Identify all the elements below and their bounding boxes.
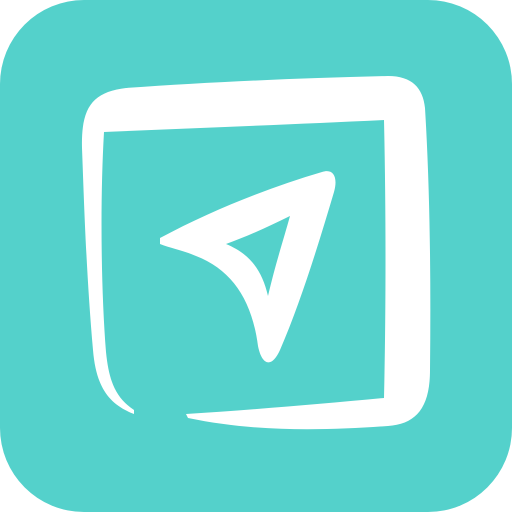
app-icon-graphic xyxy=(0,0,512,512)
app-icon-background xyxy=(0,0,512,512)
app-icon[interactable] xyxy=(0,0,512,512)
